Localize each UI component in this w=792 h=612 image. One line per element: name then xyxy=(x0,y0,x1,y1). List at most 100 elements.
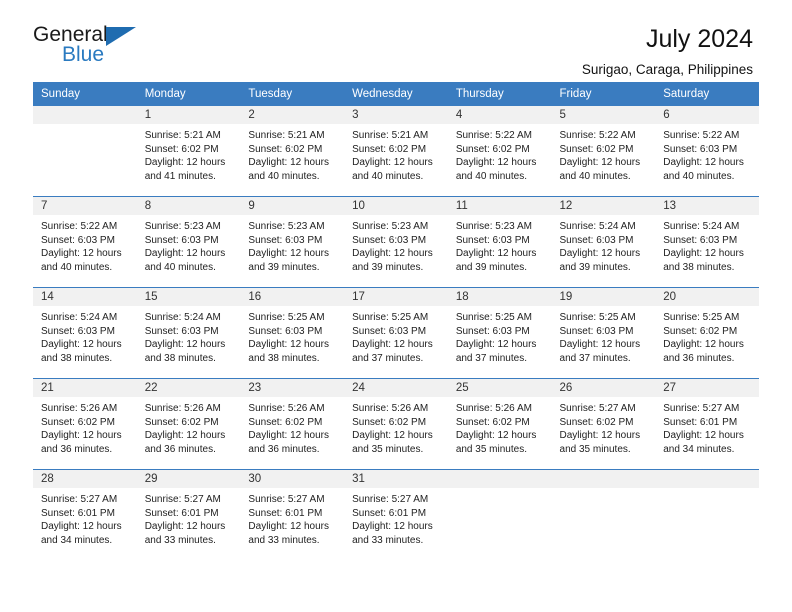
sunset-text: Sunset: 6:03 PM xyxy=(41,234,115,246)
day-details: Sunrise: 5:21 AM Sunset: 6:02 PM Daylight:… xyxy=(137,124,241,183)
day-number xyxy=(551,470,656,488)
title-block: July 2024 Surigao, Caraga, Philippines xyxy=(582,24,759,78)
daylight-text-line2: and 40 minutes. xyxy=(559,170,631,182)
sunset-text: Sunset: 6:02 PM xyxy=(663,325,738,337)
day-number: 13 xyxy=(655,197,759,215)
day-details xyxy=(655,488,759,493)
weekday-friday: Friday xyxy=(551,82,656,106)
day-number: 21 xyxy=(33,379,137,397)
day-number: 20 xyxy=(655,288,759,306)
daylight-text-line1: Daylight: 12 hours xyxy=(248,339,330,351)
daylight-text-line2: and 37 minutes. xyxy=(559,352,631,364)
sunset-text: Sunset: 6:03 PM xyxy=(144,234,219,246)
week-row: 1 Sunrise: 5:21 AM Sunset: 6:02 PM Daylight… xyxy=(33,106,759,197)
weekday-monday: Monday xyxy=(136,82,241,106)
daylight-text-line2: and 40 minutes. xyxy=(663,170,735,182)
triangle-icon xyxy=(106,27,136,46)
day-details: Sunrise: 5:26 AM Sunset: 6:02 PM Daylight:… xyxy=(33,397,137,456)
day-cell: 16 Sunrise: 5:25 AM Sunset: 6:03 PM Dayligh… xyxy=(240,287,345,379)
weekday-header: Sunday Monday Tuesday Wednesday Thursday… xyxy=(33,82,759,106)
day-details: Sunrise: 5:25 AM Sunset: 6:02 PM Daylight:… xyxy=(655,306,759,365)
sunset-text: Sunset: 6:01 PM xyxy=(248,507,323,519)
sunrise-text: Sunrise: 5:23 AM xyxy=(248,221,325,232)
daylight-text-line1: Daylight: 12 hours xyxy=(144,157,226,169)
day-details: Sunrise: 5:25 AM Sunset: 6:03 PM Daylight:… xyxy=(552,306,656,365)
day-number xyxy=(33,106,137,124)
sunrise-text: Sunrise: 5:22 AM xyxy=(41,221,118,232)
sunrise-text: Sunrise: 5:24 AM xyxy=(41,312,118,323)
day-number: 31 xyxy=(344,470,448,488)
day-number: 16 xyxy=(240,288,345,306)
daylight-text-line1: Daylight: 12 hours xyxy=(455,248,537,260)
day-number xyxy=(655,470,759,488)
daylight-text-line1: Daylight: 12 hours xyxy=(352,521,433,533)
day-cell xyxy=(447,469,552,560)
sunrise-text: Sunrise: 5:22 AM xyxy=(559,130,636,141)
day-number: 18 xyxy=(447,288,552,306)
daylight-text-line1: Daylight: 12 hours xyxy=(455,339,537,351)
sunset-text: Sunset: 6:02 PM xyxy=(455,416,530,428)
daylight-text-line1: Daylight: 12 hours xyxy=(144,521,226,533)
day-cell: 22 Sunrise: 5:26 AM Sunset: 6:02 PM Dayligh… xyxy=(136,378,241,470)
day-number: 12 xyxy=(551,197,656,215)
day-details: Sunrise: 5:22 AM Sunset: 6:03 PM Daylight:… xyxy=(655,124,759,183)
calendar-table: Sunday Monday Tuesday Wednesday Thursday… xyxy=(33,82,759,560)
day-cell: 4 Sunrise: 5:22 AM Sunset: 6:02 PM Daylight… xyxy=(447,106,552,197)
day-number: 27 xyxy=(655,379,759,397)
day-number: 6 xyxy=(655,106,759,124)
sunset-text: Sunset: 6:03 PM xyxy=(559,234,634,246)
day-cell: 26 Sunrise: 5:27 AM Sunset: 6:02 PM Dayligh… xyxy=(551,378,656,470)
day-cell: 15 Sunrise: 5:24 AM Sunset: 6:03 PM Dayligh… xyxy=(136,287,241,379)
day-details: Sunrise: 5:23 AM Sunset: 6:03 PM Daylight:… xyxy=(344,215,448,274)
daylight-text-line2: and 41 minutes. xyxy=(144,170,216,182)
daylight-text-line1: Daylight: 12 hours xyxy=(352,339,433,351)
day-number: 8 xyxy=(136,197,241,215)
sunrise-text: Sunrise: 5:24 AM xyxy=(663,221,740,232)
daylight-text-line2: and 40 minutes. xyxy=(144,261,216,273)
sunrise-text: Sunrise: 5:25 AM xyxy=(663,312,740,323)
day-details: Sunrise: 5:23 AM Sunset: 6:03 PM Daylight:… xyxy=(240,215,344,274)
day-number: 4 xyxy=(447,106,552,124)
daylight-text-line2: and 40 minutes. xyxy=(455,170,527,182)
day-details xyxy=(552,488,656,493)
day-cell: 11 Sunrise: 5:23 AM Sunset: 6:03 PM Dayligh… xyxy=(447,196,552,288)
sunrise-text: Sunrise: 5:26 AM xyxy=(41,403,118,414)
day-number: 5 xyxy=(551,106,656,124)
day-details: Sunrise: 5:27 AM Sunset: 6:01 PM Daylight:… xyxy=(344,488,448,547)
sunset-text: Sunset: 6:02 PM xyxy=(559,143,634,155)
day-cell: 14 Sunrise: 5:24 AM Sunset: 6:03 PM Dayligh… xyxy=(33,287,137,379)
day-cell: 3 Sunrise: 5:21 AM Sunset: 6:02 PM Daylight… xyxy=(344,106,448,197)
day-number: 28 xyxy=(33,470,137,488)
sunrise-text: Sunrise: 5:24 AM xyxy=(559,221,636,232)
sunrise-text: Sunrise: 5:22 AM xyxy=(455,130,532,141)
daylight-text-line1: Daylight: 12 hours xyxy=(248,430,330,442)
week-row: 7 Sunrise: 5:22 AM Sunset: 6:03 PM Daylight… xyxy=(33,196,759,288)
daylight-text-line2: and 38 minutes. xyxy=(248,352,320,364)
week-row: 14 Sunrise: 5:24 AM Sunset: 6:03 PM Dayligh… xyxy=(33,287,759,379)
day-cell: 2 Sunrise: 5:21 AM Sunset: 6:02 PM Daylight… xyxy=(240,106,345,197)
day-number: 1 xyxy=(136,106,241,124)
day-number: 3 xyxy=(344,106,448,124)
sunset-text: Sunset: 6:02 PM xyxy=(248,143,323,155)
sunrise-text: Sunrise: 5:24 AM xyxy=(144,312,221,323)
sunrise-text: Sunrise: 5:23 AM xyxy=(455,221,532,232)
daylight-text-line2: and 34 minutes. xyxy=(41,534,113,546)
day-number: 24 xyxy=(344,379,448,397)
day-details: Sunrise: 5:23 AM Sunset: 6:03 PM Daylight:… xyxy=(137,215,241,274)
sunset-text: Sunset: 6:03 PM xyxy=(455,234,530,246)
sunrise-text: Sunrise: 5:21 AM xyxy=(144,130,221,141)
daylight-text-line1: Daylight: 12 hours xyxy=(248,248,330,260)
day-cell: 1 Sunrise: 5:21 AM Sunset: 6:02 PM Daylight… xyxy=(136,106,241,197)
week-row: 21 Sunrise: 5:26 AM Sunset: 6:02 PM Dayligh… xyxy=(33,378,759,470)
day-cell xyxy=(655,469,759,560)
daylight-text-line1: Daylight: 12 hours xyxy=(41,430,122,442)
sunrise-text: Sunrise: 5:25 AM xyxy=(559,312,636,323)
day-cell: 12 Sunrise: 5:24 AM Sunset: 6:03 PM Dayligh… xyxy=(551,196,656,288)
sunset-text: Sunset: 6:01 PM xyxy=(352,507,427,519)
day-details: Sunrise: 5:26 AM Sunset: 6:02 PM Daylight:… xyxy=(137,397,241,456)
day-details: Sunrise: 5:24 AM Sunset: 6:03 PM Daylight:… xyxy=(552,215,656,274)
daylight-text-line2: and 40 minutes. xyxy=(248,170,320,182)
day-details xyxy=(448,488,552,493)
sunset-text: Sunset: 6:03 PM xyxy=(248,325,323,337)
daylight-text-line1: Daylight: 12 hours xyxy=(455,430,537,442)
